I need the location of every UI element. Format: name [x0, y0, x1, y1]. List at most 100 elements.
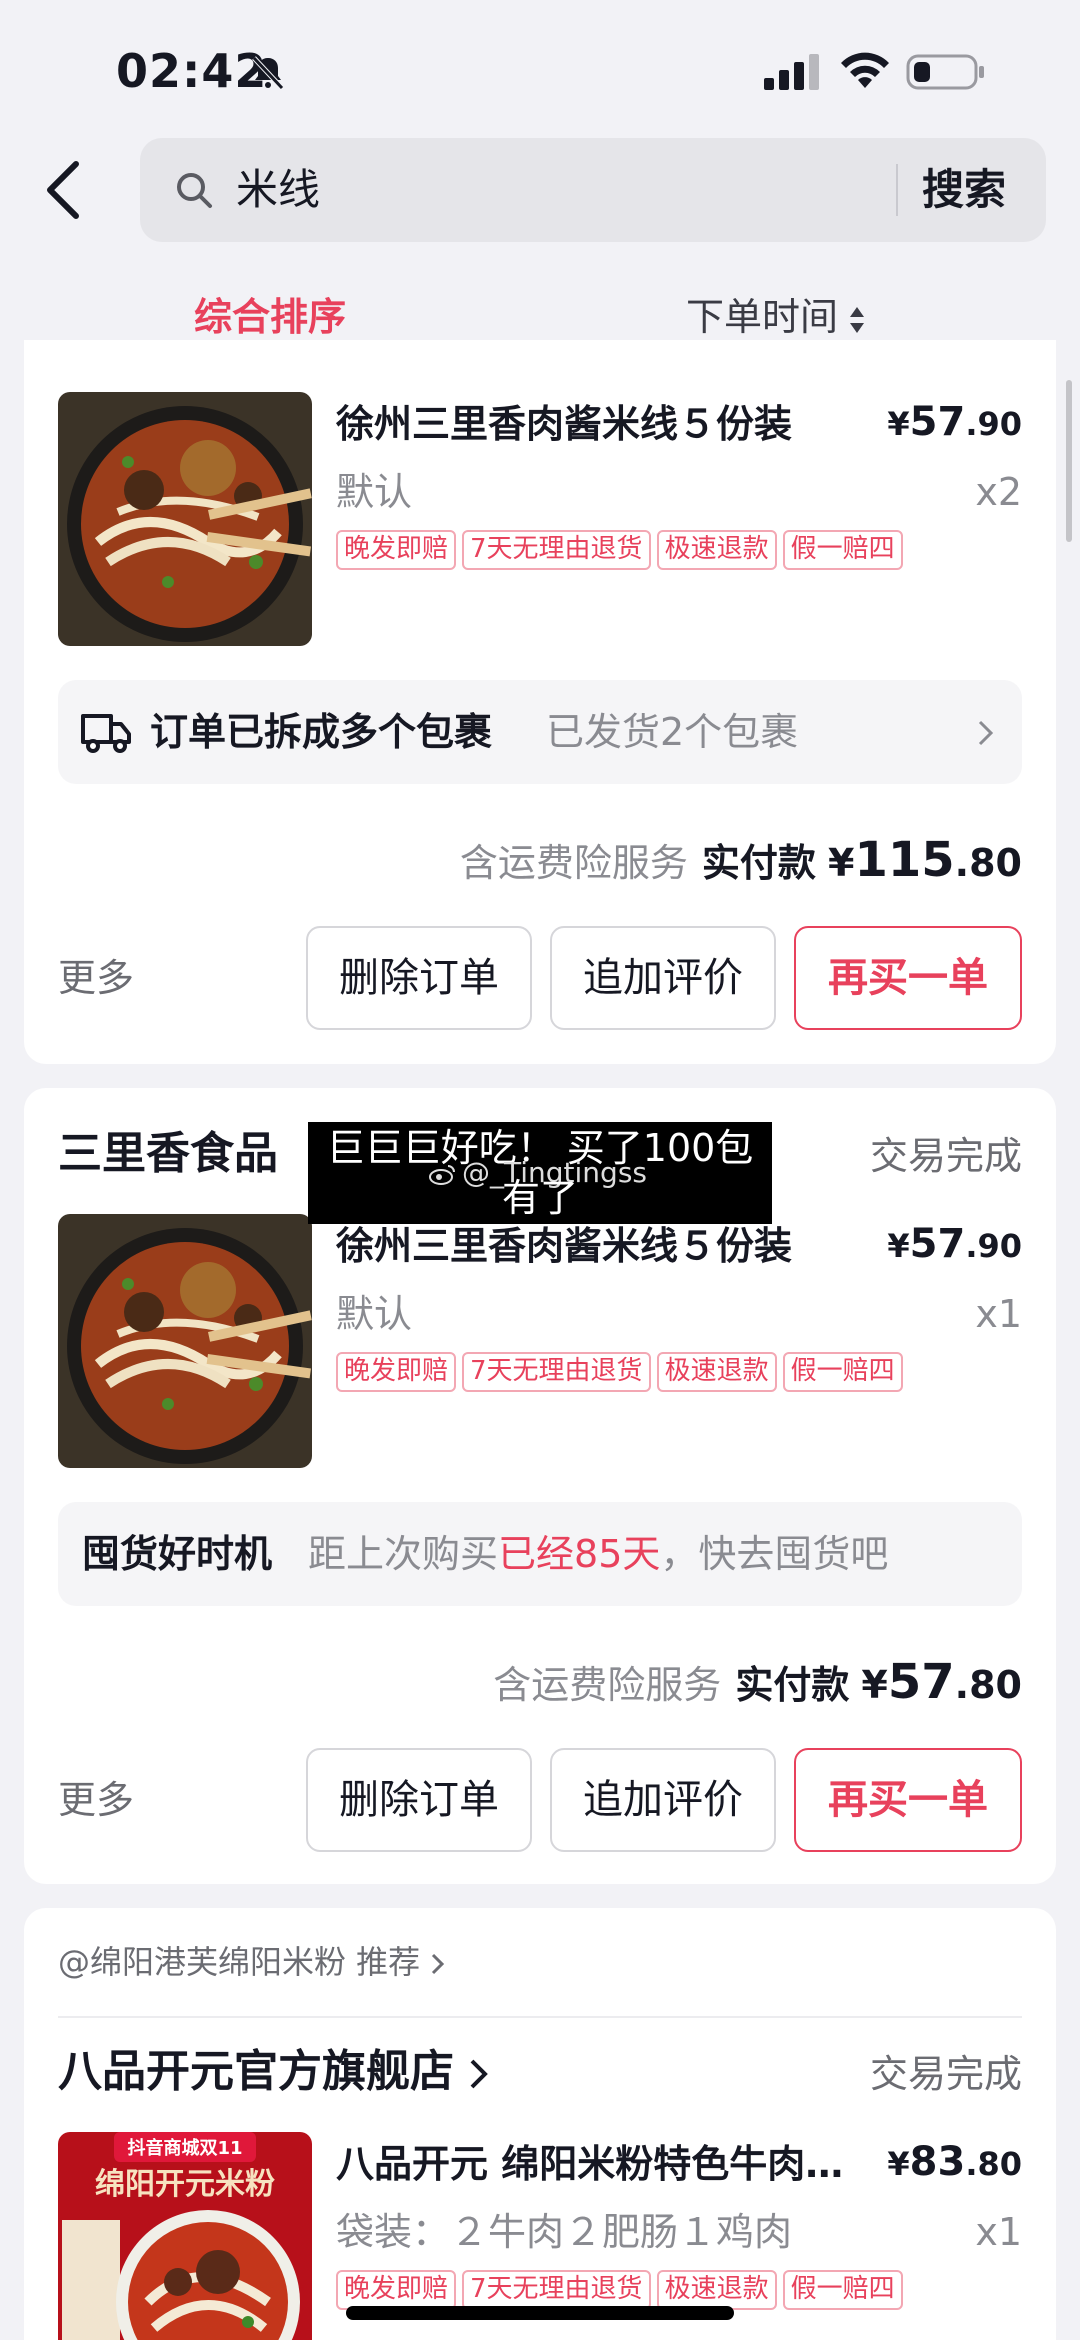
- truck-icon: [81, 714, 131, 753]
- service-tags: 晚发即赔 7天无理由退货 极速退款 假一赔四: [336, 2270, 903, 2310]
- service-tag: 假一赔四: [782, 2270, 903, 2310]
- recommend-link[interactable]: @绵阳港芙绵阳米粉 推荐: [58, 1938, 446, 1986]
- search-divider: [896, 164, 898, 216]
- price-integer: 57: [909, 1221, 966, 1267]
- service-tag: 极速退款: [656, 530, 777, 570]
- promo-headline-text: 绵阳开元米粉: [95, 2167, 275, 2202]
- caption-line-2: 有了: [501, 1176, 578, 1220]
- recommend-text: @绵阳港芙绵阳米粉 推荐: [58, 1943, 421, 1981]
- noodle-bowl-image: [58, 1214, 312, 1468]
- add-review-button[interactable]: 追加评价: [550, 1748, 776, 1852]
- price-decimal: .80: [965, 2145, 1022, 2183]
- paid-integer: 57: [887, 1654, 955, 1710]
- chevron-right-icon: [470, 2059, 488, 2089]
- product-quantity: x2: [975, 470, 1022, 514]
- price-integer: 83: [909, 2139, 966, 2185]
- stock-up-pre: 距上次购买: [308, 1532, 499, 1576]
- rebuy-button[interactable]: 再买一单: [794, 926, 1022, 1030]
- paid-decimal: .80: [954, 1663, 1022, 1707]
- search-bar[interactable]: 米线 搜索: [140, 138, 1046, 242]
- product-price: ¥57.90: [887, 396, 1022, 450]
- product-image[interactable]: 抖音商城双11 绵阳开元米粉: [58, 2132, 312, 2340]
- product-spec: 默认: [336, 1292, 413, 1336]
- package-split-text: 订单已拆成多个包裹: [150, 710, 493, 754]
- shop-name[interactable]: 三里香食品: [58, 1124, 278, 1184]
- search-button[interactable]: 搜索: [922, 162, 1006, 218]
- service-tag: 7天无理由退货: [462, 530, 651, 570]
- more-button[interactable]: 更多: [58, 952, 134, 1004]
- paid-decimal: .80: [954, 841, 1022, 885]
- search-icon: [177, 173, 212, 208]
- delete-order-button[interactable]: 删除订单: [306, 926, 532, 1030]
- insurance-service: 含运费险服务: [493, 1663, 722, 1707]
- product-spec: 袋装：２牛肉２肥肠１鸡肉: [336, 2210, 793, 2254]
- product-title[interactable]: 徐州三里香肉酱米线５份装: [336, 1220, 856, 1272]
- shop-name-text: 八品开元官方旗舰店: [58, 2046, 454, 2097]
- product-image[interactable]: [58, 1214, 312, 1468]
- wifi-icon: [841, 52, 889, 88]
- rice-noodle-promo-image: 抖音商城双11 绵阳开元米粉: [58, 2132, 312, 2340]
- product-price: ¥83.80: [887, 2136, 1022, 2190]
- order-total: 含运费险服务 实付款 ¥57.80: [493, 1654, 1022, 1713]
- back-arrow-icon[interactable]: [40, 158, 90, 222]
- service-tag: 极速退款: [656, 2270, 777, 2310]
- insurance-service: 含运费险服务: [459, 841, 688, 885]
- stock-up-bar[interactable]: 囤货好时机 距上次购买已经85天，快去囤货吧: [58, 1502, 1022, 1606]
- product-title[interactable]: 八品开元 绵阳米粉特色牛肉米粉: [336, 2138, 856, 2190]
- order-card: @绵阳港芙绵阳米粉 推荐 八品开元官方旗舰店 交易完成 抖音商城双11 绵阳开元…: [24, 1908, 1056, 2340]
- product-quantity: x1: [975, 2210, 1022, 2254]
- status-bar: 02:42: [0, 0, 1080, 140]
- status-time: 02:42: [116, 44, 268, 98]
- paid-amount: ¥115.80: [828, 832, 1022, 888]
- product-spec: 默认: [336, 470, 413, 514]
- price-decimal: .90: [965, 405, 1022, 443]
- stock-up-title: 囤货好时机: [82, 1532, 273, 1576]
- service-tag: 晚发即赔: [336, 1352, 457, 1392]
- signal-icon: [764, 54, 819, 90]
- search-input[interactable]: 米线: [236, 162, 320, 218]
- paid-amount: ¥57.80: [861, 1654, 1022, 1710]
- battery-icon: [906, 54, 984, 90]
- price-symbol: ¥: [887, 2145, 910, 2183]
- price-integer: 57: [909, 399, 966, 445]
- service-tag: 晚发即赔: [336, 530, 457, 570]
- tab-order-time-label: 下单时间: [686, 295, 839, 339]
- package-info-bar[interactable]: 订单已拆成多个包裹 已发货2个包裹: [58, 680, 1022, 784]
- video-caption-overlay: 巨巨巨好吃！ 买了100包 @_Tingtingss 有了: [308, 1122, 772, 1224]
- stock-up-days: 已经85天: [498, 1532, 661, 1576]
- chevron-right-icon: [978, 720, 994, 746]
- section-divider: [58, 2016, 1022, 2018]
- sort-arrows-icon: [850, 306, 865, 333]
- more-button[interactable]: 更多: [58, 1774, 134, 1826]
- stock-up-message: 距上次购买已经85天，快去囤货吧: [308, 1526, 888, 1582]
- price-symbol: ¥: [887, 405, 910, 443]
- product-image[interactable]: [58, 392, 312, 646]
- noodle-bowl-image: [58, 392, 312, 646]
- delete-order-button[interactable]: 删除订单: [306, 1748, 532, 1852]
- promo-banner-text: 抖音商城双11: [127, 2137, 242, 2159]
- bell-slash-icon: [252, 56, 284, 90]
- paid-label: 实付款: [701, 841, 816, 885]
- home-indicator[interactable]: [346, 2306, 734, 2320]
- service-tags: 晚发即赔 7天无理由退货 极速退款 假一赔四: [336, 530, 903, 570]
- service-tag: 极速退款: [656, 1352, 777, 1392]
- service-tag: 晚发即赔: [336, 2270, 457, 2310]
- rebuy-button[interactable]: 再买一单: [794, 1748, 1022, 1852]
- shop-name[interactable]: 八品开元官方旗舰店: [58, 2042, 490, 2102]
- paid-symbol: ¥: [861, 1663, 888, 1707]
- tab-order-time[interactable]: 下单时间: [686, 290, 866, 344]
- top-header: 02:42 米线 搜索 综合排序 下单时间: [0, 0, 1080, 360]
- service-tags: 晚发即赔 7天无理由退货 极速退款 假一赔四: [336, 1352, 903, 1392]
- product-title[interactable]: 徐州三里香肉酱米线５份装: [336, 398, 856, 450]
- package-shipped-status: 已发货2个包裹: [546, 710, 799, 754]
- stock-up-post: ，快去囤货吧: [660, 1532, 889, 1576]
- order-card: 徐州三里香肉酱米线５份装 ¥57.90 默认 x2 晚发即赔 7天无理由退货 极…: [24, 340, 1056, 1064]
- paid-symbol: ¥: [828, 841, 855, 885]
- add-review-button[interactable]: 追加评价: [550, 926, 776, 1030]
- service-tag: 假一赔四: [782, 530, 903, 570]
- scrollbar[interactable]: [1066, 380, 1072, 542]
- product-price: ¥57.90: [887, 1218, 1022, 1272]
- service-tag: 7天无理由退货: [462, 2270, 651, 2310]
- chevron-right-icon: [432, 1953, 445, 1975]
- tab-comprehensive-sort[interactable]: 综合排序: [194, 290, 346, 344]
